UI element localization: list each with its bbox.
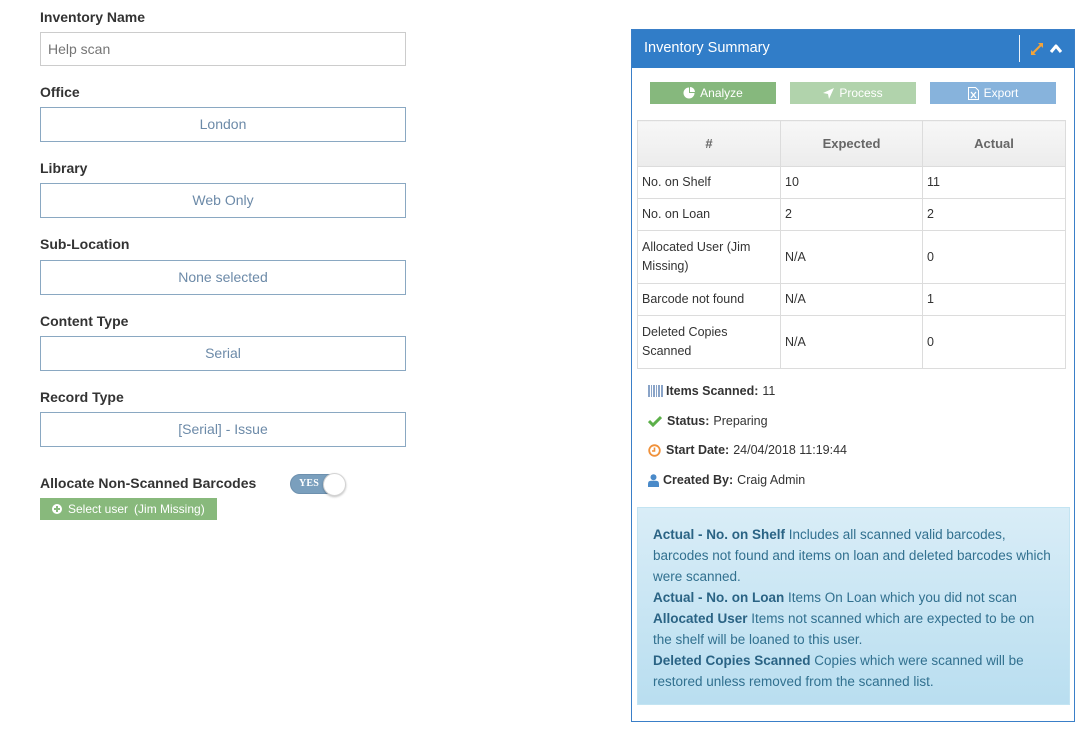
start-date-label: Start Date: — [666, 443, 730, 457]
help-item: Actual - No. on Loan Items On Loan which… — [653, 587, 1054, 608]
items-scanned: Items Scanned: 11 — [648, 384, 775, 398]
record-type-label: Record Type — [40, 389, 124, 405]
excel-file-icon — [967, 86, 979, 100]
panel-header: Inventory Summary — [632, 30, 1074, 68]
table-header-row: # Expected Actual — [637, 120, 1066, 167]
check-icon — [648, 415, 662, 427]
inventory-summary-panel: Inventory Summary Analyze Process Export — [631, 29, 1075, 722]
help-term: Allocated User — [653, 611, 748, 626]
column-header: # — [637, 120, 781, 167]
help-term: Deleted Copies Scanned — [653, 653, 811, 668]
selected-user: (Jim Missing) — [134, 502, 205, 516]
office-label: Office — [40, 84, 80, 100]
inventory-name-label: Inventory Name — [40, 9, 146, 25]
sub-location-label: Sub-Location — [40, 236, 130, 252]
column-header: Expected — [780, 120, 923, 167]
help-item: Deleted Copies Scanned Copies which were… — [653, 650, 1054, 692]
toggle-knob — [323, 473, 346, 496]
analyze-button[interactable]: Analyze — [650, 82, 776, 104]
select-user-label: Select user — [68, 502, 129, 516]
toggle-text: YES — [299, 478, 320, 489]
location-arrow-icon — [823, 87, 835, 99]
row-expected: 10 — [780, 166, 923, 199]
help-term: Actual - No. on Shelf — [653, 527, 786, 542]
process-button[interactable]: Process — [790, 82, 916, 104]
help-item: Allocated User Items not scanned which a… — [653, 608, 1054, 650]
row-expected: N/A — [780, 283, 923, 316]
created-by-label: Created By: — [663, 473, 734, 487]
status-label: Status: — [667, 414, 710, 428]
table-row: Deleted Copies Scanned N/A 0 — [637, 315, 1066, 369]
row-actual: 0 — [922, 315, 1066, 369]
chevron-up-icon[interactable] — [1048, 41, 1064, 57]
allocate-barcodes-label: Allocate Non-Scanned Barcodes — [40, 475, 257, 491]
help-item: Actual - No. on Shelf Includes all scann… — [653, 524, 1054, 587]
select-user-button[interactable]: Select user (Jim Missing) — [40, 498, 217, 520]
inventory-name-input[interactable] — [40, 32, 406, 66]
table-row: Barcode not found N/A 1 — [637, 283, 1066, 316]
help-term: Actual - No. on Loan — [653, 590, 785, 605]
table-row: No. on Shelf 10 11 — [637, 166, 1066, 199]
record-type-select[interactable]: [Serial] - Issue — [40, 412, 406, 447]
help-text: Items On Loan which you did not scan — [784, 590, 1017, 605]
panel-title: Inventory Summary — [644, 40, 770, 56]
created-by: Created By: Craig Admin — [648, 473, 805, 487]
plus-circle-icon — [52, 504, 62, 514]
row-name: Allocated User (Jim Missing) — [637, 230, 781, 284]
row-expected: N/A — [780, 315, 923, 369]
row-actual: 11 — [922, 166, 1066, 199]
row-name: Barcode not found — [637, 283, 781, 316]
row-name: No. on Loan — [637, 198, 781, 231]
status: Status: Preparing — [648, 414, 768, 428]
export-button[interactable]: Export — [930, 82, 1056, 104]
row-actual: 1 — [922, 283, 1066, 316]
row-actual: 0 — [922, 230, 1066, 284]
row-name: No. on Shelf — [637, 166, 781, 199]
table-row: No. on Loan 2 2 — [637, 198, 1066, 231]
office-select[interactable]: London — [40, 107, 406, 142]
row-actual: 2 — [922, 198, 1066, 231]
export-label: Export — [983, 86, 1019, 100]
process-label: Process — [839, 86, 883, 100]
status-value: Preparing — [713, 414, 768, 428]
pie-chart-icon — [683, 87, 696, 99]
created-by-value: Craig Admin — [737, 473, 806, 487]
row-expected: N/A — [780, 230, 923, 284]
library-label: Library — [40, 160, 88, 176]
column-header: Actual — [922, 120, 1066, 167]
content-type-select[interactable]: Serial — [40, 336, 406, 371]
items-scanned-value: 11 — [762, 384, 776, 398]
library-select[interactable]: Web Only — [40, 183, 406, 218]
start-date: Start Date: 24/04/2018 11:19:44 — [648, 443, 847, 457]
clock-icon — [648, 443, 661, 457]
header-divider — [1019, 35, 1020, 62]
items-scanned-label: Items Scanned: — [666, 384, 759, 398]
row-name: Deleted Copies Scanned — [637, 315, 781, 369]
summary-table: # Expected Actual No. on Shelf 10 11 No.… — [637, 120, 1066, 369]
analyze-label: Analyze — [700, 86, 743, 100]
expand-arrows-icon[interactable] — [1029, 41, 1045, 57]
table-row: Allocated User (Jim Missing) N/A 0 — [637, 230, 1066, 284]
allocate-toggle[interactable]: YES — [290, 473, 346, 496]
content-type-label: Content Type — [40, 313, 129, 329]
start-date-value: 24/04/2018 11:19:44 — [733, 443, 847, 457]
barcode-icon — [648, 385, 663, 397]
sub-location-select[interactable]: None selected — [40, 260, 406, 295]
user-icon — [648, 473, 659, 487]
row-expected: 2 — [780, 198, 923, 231]
help-box: Actual - No. on Shelf Includes all scann… — [637, 507, 1070, 705]
